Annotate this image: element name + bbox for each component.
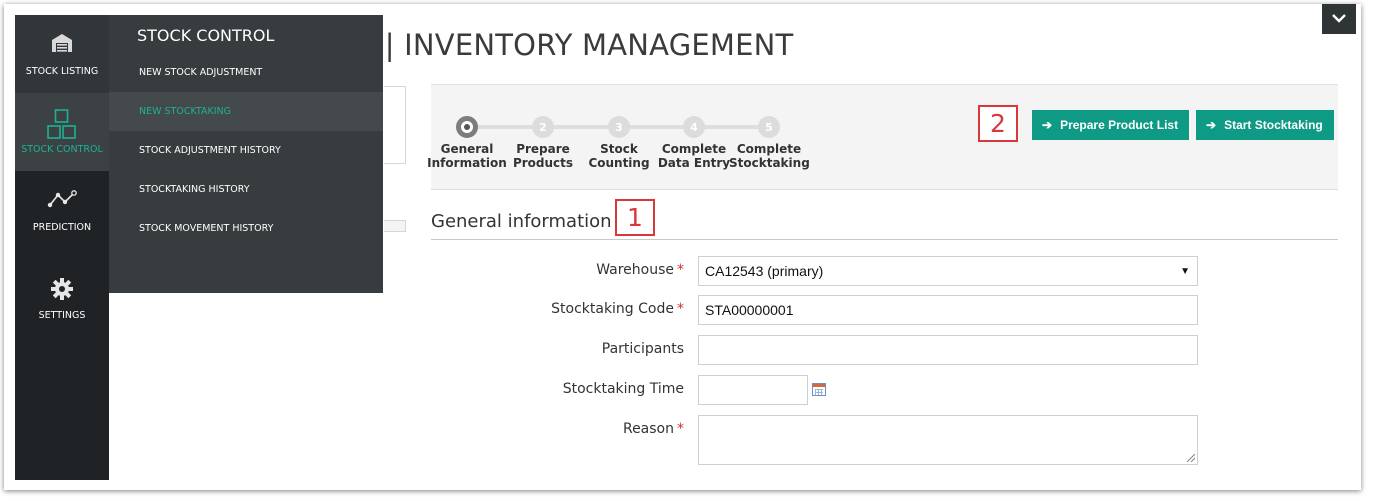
step-label: Products bbox=[512, 156, 574, 170]
sidebar-item-label: SETTINGS bbox=[38, 310, 86, 321]
step-label: Stock bbox=[600, 142, 638, 156]
step-label: Complete bbox=[736, 142, 802, 156]
warehouse-selected-value: CA12543 (primary) bbox=[705, 263, 824, 279]
section-title: General information bbox=[431, 211, 612, 232]
arrow-right-icon: ➔ bbox=[1042, 118, 1053, 132]
step-complete-stocktaking: 5 Complete Stocktaking bbox=[729, 116, 810, 170]
form-row-time: Stocktaking Time bbox=[434, 375, 1204, 407]
chevron-down-icon bbox=[1332, 14, 1346, 23]
sidebar-item-stock-listing[interactable]: STOCK LISTING bbox=[15, 15, 109, 93]
app-window: L | INVENTORY MANAGEMENT General Informat… bbox=[4, 4, 1361, 490]
gear-icon bbox=[15, 277, 109, 301]
required-marker: * bbox=[677, 262, 684, 278]
menu-item-stock-adjustment-history[interactable]: STOCK ADJUSTMENT HISTORY bbox=[109, 131, 383, 170]
reason-label: Reason * bbox=[622, 421, 684, 437]
menu-item-stocktaking-history[interactable]: STOCKTAKING HISTORY bbox=[109, 170, 383, 209]
step-label: Complete bbox=[661, 142, 727, 156]
background-card-strip bbox=[384, 220, 406, 232]
sidebar-item-settings[interactable]: SETTINGS bbox=[15, 259, 109, 337]
stocktaking-time-input[interactable] bbox=[698, 375, 808, 405]
warehouse-icon bbox=[15, 33, 109, 53]
stocktaking-code-value: STA00000001 bbox=[705, 302, 794, 318]
step-label: Information bbox=[427, 156, 507, 170]
stocktaking-time-label: Stocktaking Time bbox=[562, 381, 684, 397]
step-dot: 3 bbox=[608, 116, 630, 138]
step-label: Counting bbox=[588, 156, 650, 170]
arrow-right-icon: ➔ bbox=[1206, 118, 1217, 132]
step-label: General bbox=[440, 142, 494, 156]
required-marker: * bbox=[677, 301, 684, 317]
reason-textarea[interactable] bbox=[698, 415, 1198, 465]
form-row-code: Stocktaking Code * STA00000001 bbox=[434, 295, 1204, 327]
stock-control-flyout: STOCK CONTROL NEW STOCK ADJUSTMENT NEW S… bbox=[109, 15, 383, 293]
trend-line-icon bbox=[15, 189, 109, 209]
form-row-warehouse: Warehouse * CA12543 (primary) ▼ bbox=[434, 256, 1204, 288]
step-label: Stocktaking bbox=[729, 156, 810, 170]
step-dot-active bbox=[456, 116, 478, 138]
collapse-panel-button[interactable] bbox=[1322, 4, 1356, 34]
resize-grip-icon[interactable] bbox=[1187, 454, 1195, 462]
sidebar-item-stock-control[interactable]: STOCK CONTROL bbox=[15, 93, 109, 171]
step-prepare-products: 2 Prepare Products bbox=[503, 116, 583, 170]
boxes-icon bbox=[15, 109, 109, 141]
stocktaking-progress-panel: General Information 2 Prepare Products 3 S… bbox=[427, 84, 1338, 190]
menu-item-new-stocktaking[interactable]: NEW STOCKTAKING bbox=[109, 92, 383, 131]
button-label: Prepare Product List bbox=[1060, 118, 1179, 132]
menu-item-new-stock-adjustment[interactable]: NEW STOCK ADJUSTMENT bbox=[109, 53, 383, 92]
prepare-product-list-button[interactable]: ➔ Prepare Product List bbox=[1032, 110, 1189, 140]
background-card bbox=[384, 86, 406, 164]
participants-label: Participants bbox=[601, 341, 684, 357]
calendar-icon[interactable] bbox=[812, 383, 826, 396]
step-dot: 4 bbox=[683, 116, 705, 138]
step-indicator: General Information 2 Prepare Products 3 S… bbox=[427, 116, 815, 176]
section-divider bbox=[431, 239, 1338, 240]
main-sidebar: STOCK LISTING STOCK CONTROL PREDICTION S… bbox=[15, 15, 109, 480]
required-marker: * bbox=[677, 421, 684, 437]
step-label: Prepare bbox=[516, 142, 570, 156]
menu-item-stock-movement-history[interactable]: STOCK MOVEMENT HISTORY bbox=[109, 209, 383, 248]
sidebar-item-label: STOCK CONTROL bbox=[21, 144, 103, 155]
stocktaking-code-label: Stocktaking Code * bbox=[551, 301, 684, 317]
flyout-heading: STOCK CONTROL bbox=[137, 26, 275, 45]
page-title: L | INVENTORY MANAGEMENT bbox=[359, 28, 794, 62]
step-general-information: General Information bbox=[427, 116, 507, 170]
participants-input[interactable] bbox=[698, 335, 1198, 365]
callout-marker-2: 2 bbox=[978, 105, 1018, 142]
warehouse-select[interactable]: CA12543 (primary) ▼ bbox=[698, 256, 1198, 286]
callout-marker-1: 1 bbox=[615, 199, 655, 236]
step-complete-data-entry: 4 Complete Data Entry bbox=[654, 116, 734, 170]
step-label: Data Entry bbox=[657, 156, 731, 170]
caret-down-icon: ▼ bbox=[1180, 266, 1190, 277]
step-dot: 2 bbox=[532, 116, 554, 138]
sidebar-item-prediction[interactable]: PREDICTION bbox=[15, 171, 109, 249]
stocktaking-code-input[interactable]: STA00000001 bbox=[698, 295, 1198, 325]
step-stock-counting: 3 Stock Counting bbox=[579, 116, 659, 170]
warehouse-label: Warehouse * bbox=[596, 262, 684, 278]
button-label: Start Stocktaking bbox=[1224, 118, 1323, 132]
start-stocktaking-button[interactable]: ➔ Start Stocktaking bbox=[1196, 110, 1334, 140]
form-row-participants: Participants bbox=[434, 335, 1204, 367]
sidebar-item-label: STOCK LISTING bbox=[25, 66, 99, 77]
sidebar-item-label: PREDICTION bbox=[32, 222, 92, 233]
form-row-reason: Reason * bbox=[434, 415, 1204, 467]
step-dot: 5 bbox=[758, 116, 780, 138]
